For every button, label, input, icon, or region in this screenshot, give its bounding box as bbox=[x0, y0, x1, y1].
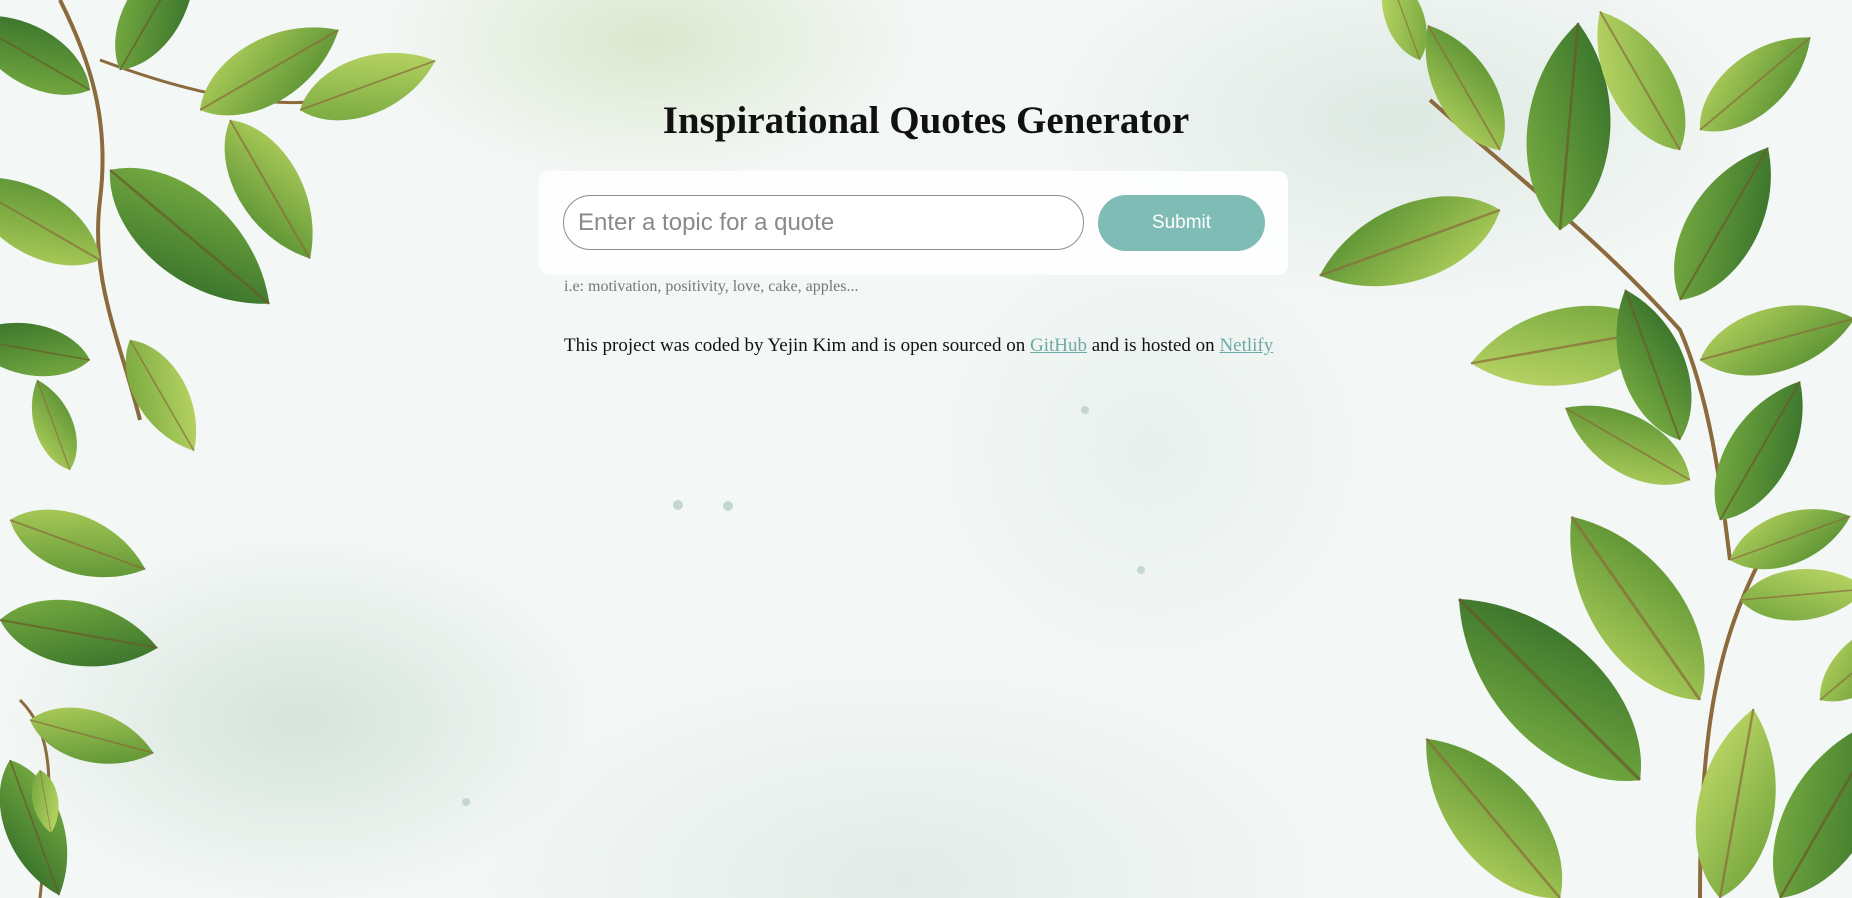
footer-text-part1: This project was coded by Yejin Kim and … bbox=[564, 335, 1030, 356]
hint-text: i.e: motivation, positivity, love, cake,… bbox=[564, 278, 859, 295]
github-link[interactable]: GitHub bbox=[1030, 335, 1087, 356]
page: Inspirational Quotes Generator Submit i.… bbox=[0, 0, 1852, 898]
footer-credits: This project was coded by Yejin Kim and … bbox=[564, 335, 1273, 357]
submit-button[interactable]: Submit bbox=[1098, 195, 1265, 251]
topic-input[interactable] bbox=[563, 195, 1084, 250]
quote-form: Submit bbox=[539, 171, 1288, 275]
footer-text-part2: and is hosted on bbox=[1086, 335, 1220, 356]
page-title: Inspirational Quotes Generator bbox=[662, 99, 1190, 142]
netlify-link[interactable]: Netlify bbox=[1219, 335, 1273, 356]
